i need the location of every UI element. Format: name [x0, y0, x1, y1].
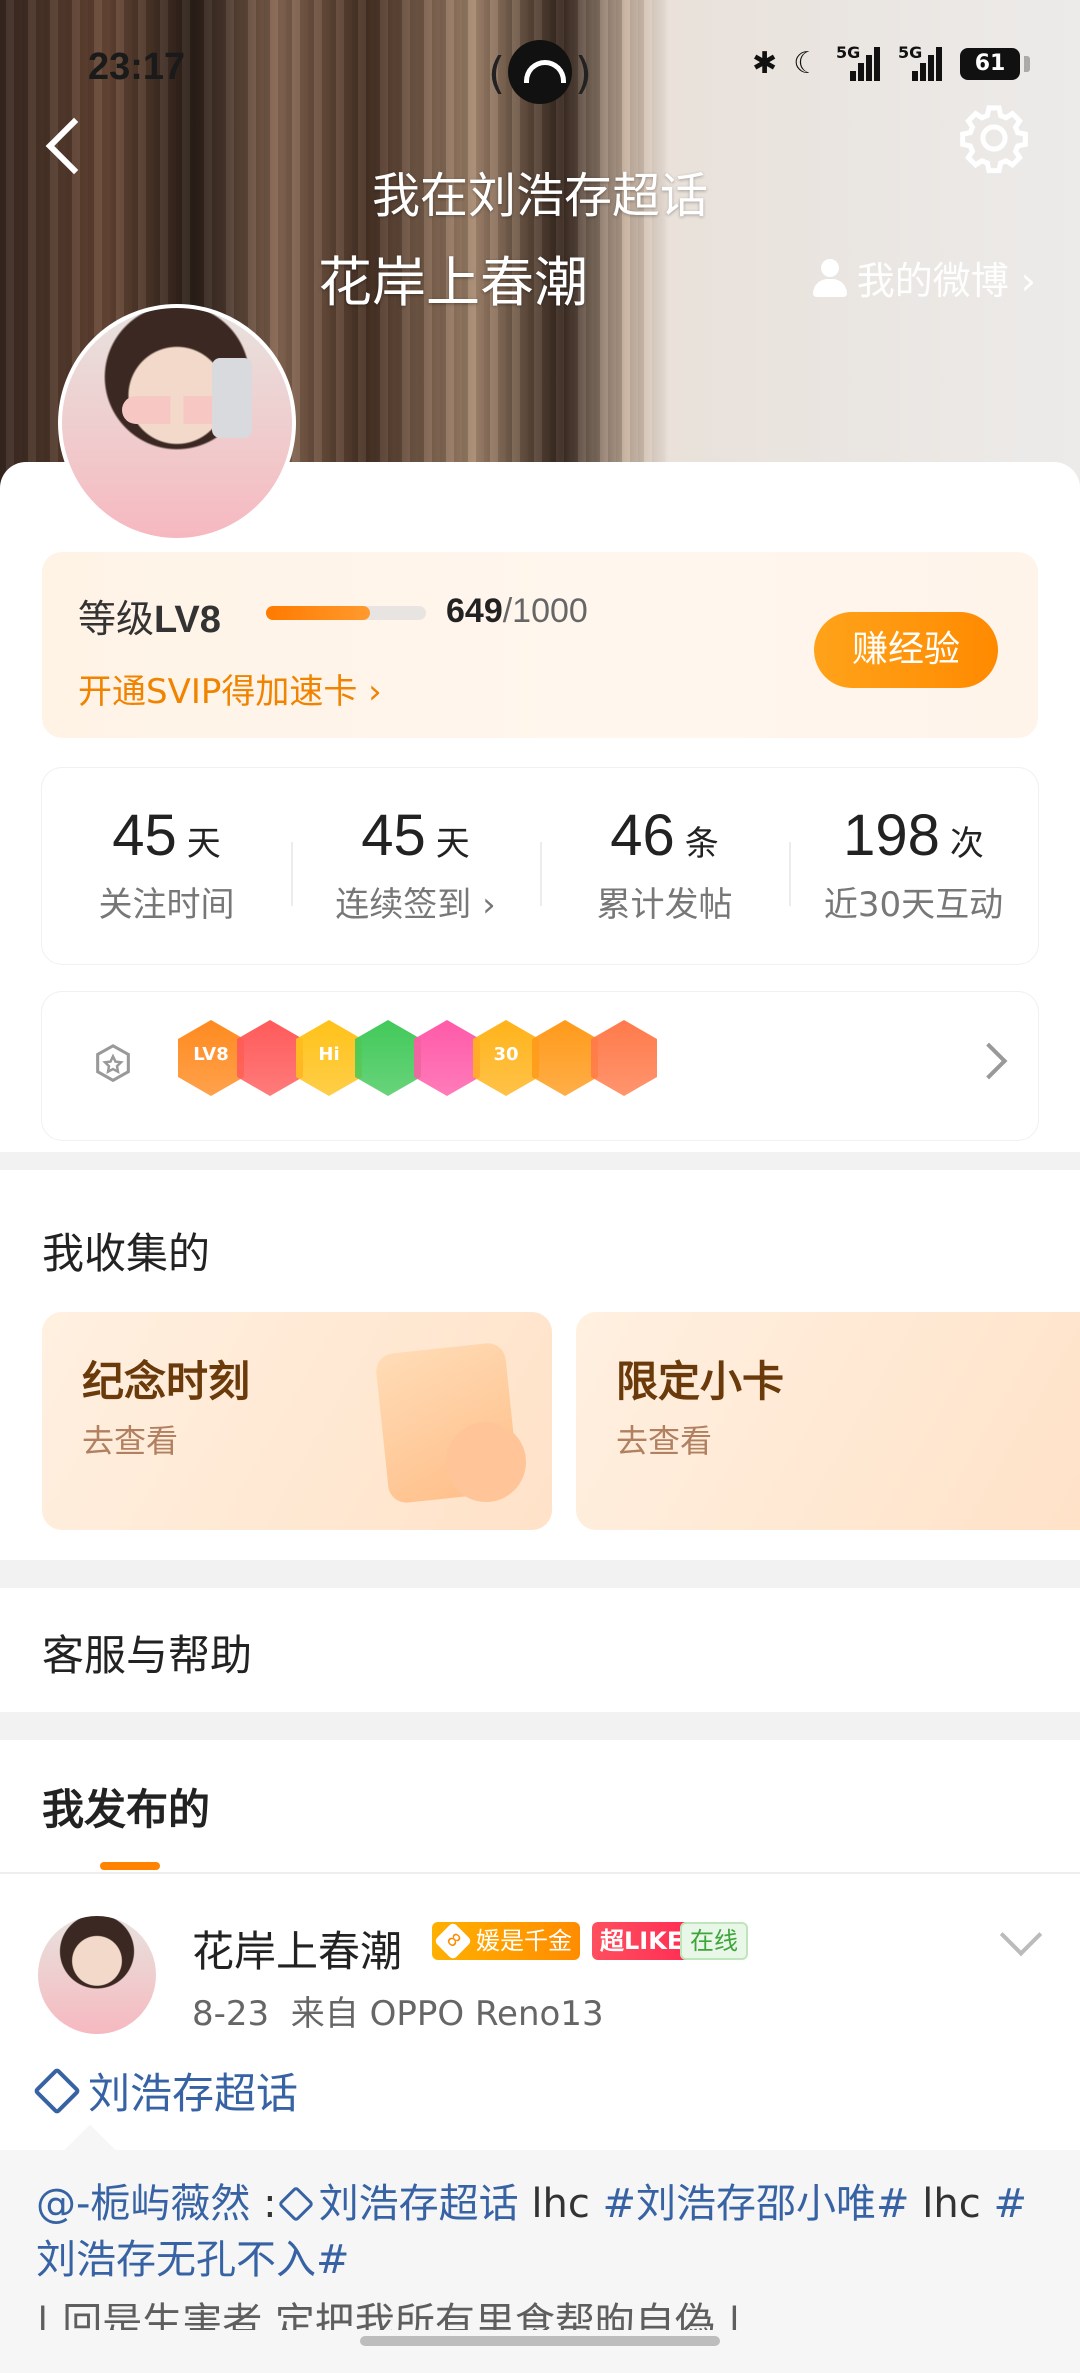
earn-exp-button[interactable]: 赚经验	[814, 612, 998, 688]
tab-indicator	[100, 1862, 160, 1870]
home-indicator[interactable]	[360, 2336, 720, 2346]
stat-follow-days: 45 天 关注时间	[98, 803, 235, 925]
supertopic-icon	[32, 2066, 82, 2115]
badge-row[interactable]: LV8 Hi 30	[42, 992, 1038, 1140]
svip-link[interactable]: 开通SVIP得加速卡 ›	[78, 664, 382, 713]
dynamic-island: ( )	[488, 40, 592, 104]
page-title: 我在刘浩存超话	[371, 168, 708, 224]
nav-bar: 我在刘浩存超话	[0, 96, 1080, 224]
stats-panel: 45 天 关注时间 45 天 连续签到 › 46 条 累计发帖 198 次 近30天互动	[42, 768, 1038, 964]
bluetooth-icon: ✱	[751, 46, 778, 81]
super-like-badge: 超LIKE	[592, 1922, 692, 1960]
post-topic-link[interactable]: 刘浩存超话	[32, 2060, 298, 2121]
badge-lv8[interactable]: LV8	[178, 1020, 244, 1096]
collection-title: 我收集的	[42, 1229, 211, 1278]
person-icon	[811, 258, 849, 297]
badge-face-icon[interactable]	[532, 1020, 598, 1096]
profile-name: 花岸上春潮	[318, 251, 588, 314]
status-bar: 23:17 ( ) ✱ ☾ 5G 5G 61	[0, 40, 1080, 104]
battery-icon: 61	[960, 47, 1030, 80]
avatar[interactable]	[58, 304, 296, 542]
post-author-name[interactable]: 花岸上春潮	[192, 1918, 402, 1979]
tile-memorial-moments[interactable]: 纪念时刻 去查看	[42, 1312, 552, 1530]
stat-posts: 46 条 累计发帖	[540, 768, 789, 964]
post-meta: 8-23 来自 OPPO Reno13	[192, 1994, 604, 2034]
level-label: 等级LV8	[78, 597, 221, 641]
level-progress-fill	[266, 606, 370, 620]
badge-graduate-icon[interactable]	[414, 1020, 480, 1096]
badge-hi-icon[interactable]: Hi	[296, 1020, 362, 1096]
level-progress-bar	[266, 606, 426, 620]
stat-interactions: 198 次 近30天互动	[789, 768, 1038, 964]
badge-hand-icon[interactable]	[355, 1020, 421, 1096]
hotspot-icon	[508, 40, 572, 104]
online-badge: 在线	[680, 1922, 748, 1960]
badge-rock-icon[interactable]	[591, 1020, 657, 1096]
post-avatar[interactable]	[38, 1916, 156, 2034]
signal-icon-2: 5G	[898, 43, 944, 81]
moon-icon: ☾	[793, 46, 820, 81]
tile-limited-cards[interactable]: 限定小卡 去查看	[576, 1312, 1080, 1530]
status-time: 23:17	[88, 46, 186, 88]
medal-icon	[96, 1044, 130, 1083]
tab-my-posts[interactable]: 我发布的	[42, 1776, 210, 1837]
my-weibo-link[interactable]: 我的微博 ›	[811, 250, 1036, 305]
repost-text-cut: | 回是生害者 定把我所有里食帮昫自偽 |	[36, 2300, 742, 2330]
fan-level-badge[interactable]: 媛是千金	[432, 1922, 580, 1960]
badge-trophy-icon[interactable]	[237, 1020, 303, 1096]
supertopic-icon	[277, 2185, 315, 2223]
repost-text: @-栀屿薇然 : 刘浩存超话 lhc #刘浩存邵小唯# lhc #刘浩存无孔不入#	[36, 2181, 1027, 2283]
chevron-right-icon[interactable]	[970, 1042, 1008, 1080]
signal-icon: 5G	[836, 43, 882, 81]
help-title[interactable]: 客服与帮助	[42, 1622, 252, 1683]
level-progress-text: 649/1000	[446, 592, 588, 630]
badge-30days-icon[interactable]: 30	[473, 1020, 539, 1096]
stat-checkin-days[interactable]: 45 天 连续签到 ›	[291, 768, 540, 964]
